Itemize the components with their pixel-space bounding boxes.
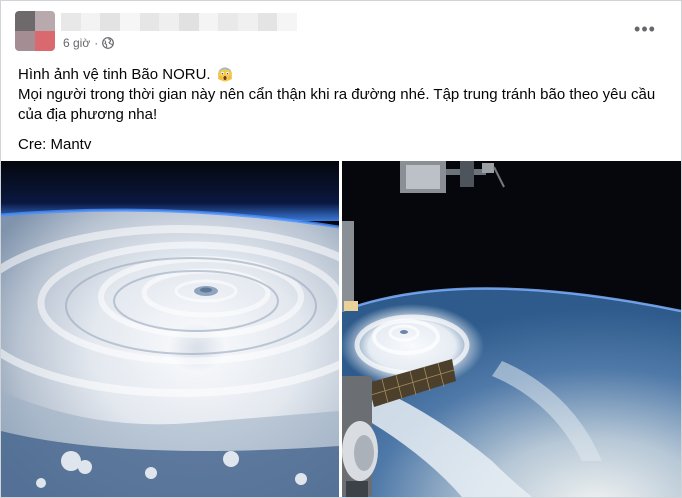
post-credit: Cre: Mantv <box>18 136 92 153</box>
post-headline: Hình ảnh vệ tinh Bão NORU. <box>18 66 211 83</box>
dot-separator: · <box>94 36 99 50</box>
post-header: 6 giờ · ••• <box>1 1 681 59</box>
globe-icon[interactable] <box>102 37 115 49</box>
photo-grid <box>1 161 681 497</box>
more-options-icon[interactable]: ••• <box>633 20 657 38</box>
post-meta: 6 giờ · <box>63 36 115 50</box>
typhoon-photo-left[interactable] <box>1 161 339 497</box>
post-body: Mọi người trong thời gian này nên cẩn th… <box>18 86 656 123</box>
face-screaming-in-fear-emoji <box>217 66 233 82</box>
typhoon-photo-right[interactable] <box>342 161 681 497</box>
avatar[interactable] <box>15 11 55 51</box>
post-line-1: Hình ảnh vệ tinh Bão NORU. <box>18 65 668 85</box>
post-text: Hình ảnh vệ tinh Bão NORU. Mọi người tro… <box>18 65 668 155</box>
author-name-redacted[interactable] <box>61 13 298 31</box>
feed-post: 6 giờ · ••• Hình ảnh vệ tinh Bão NORU. M… <box>0 0 682 498</box>
post-timestamp[interactable]: 6 giờ <box>63 36 90 50</box>
